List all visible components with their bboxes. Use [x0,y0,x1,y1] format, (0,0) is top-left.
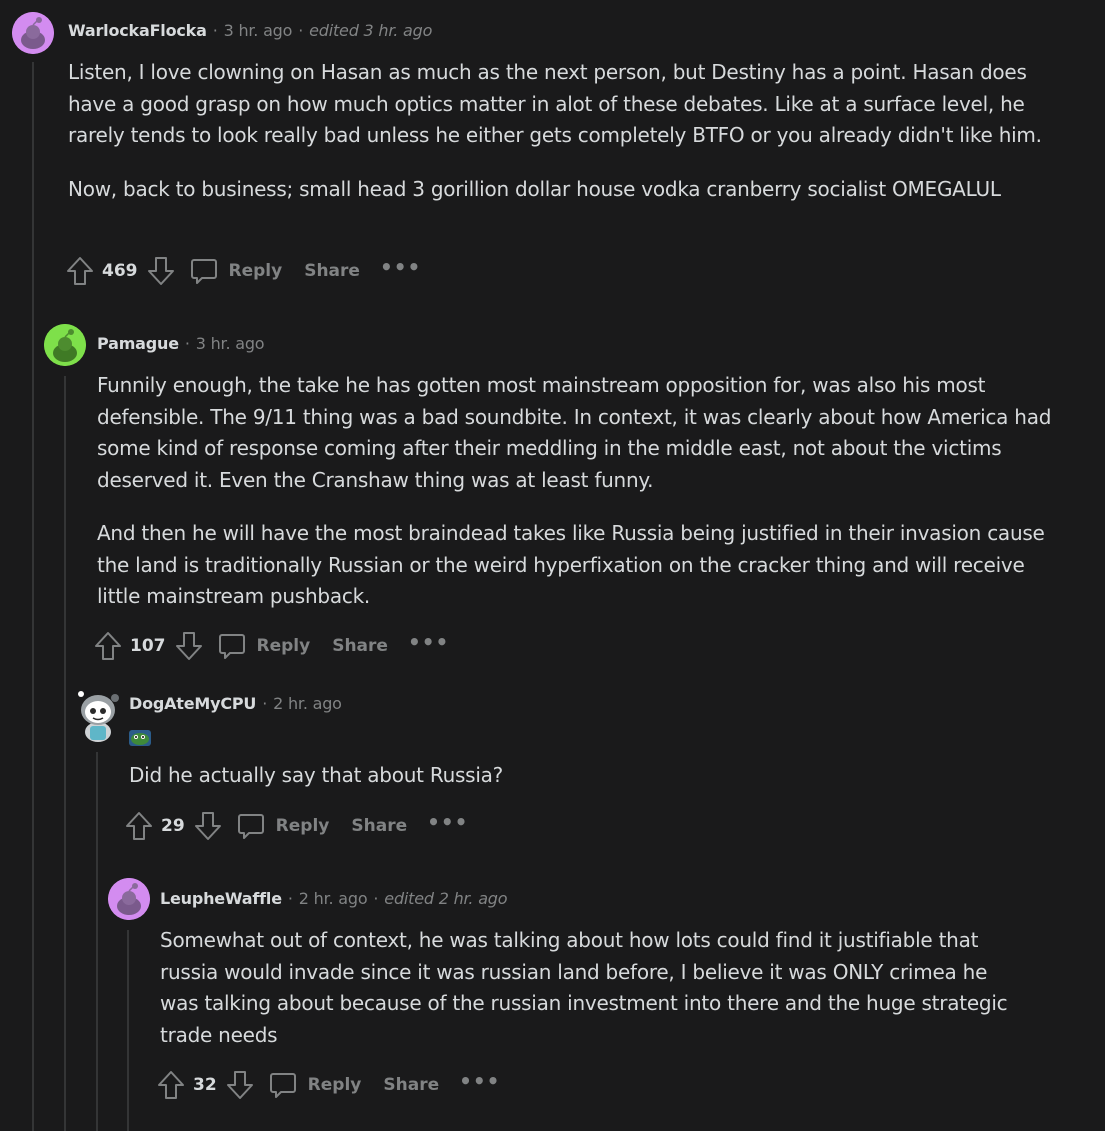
comment-bubble-icon [269,1073,296,1098]
share-button[interactable]: Share [304,261,360,281]
timestamp[interactable]: 2 hr. ago [299,889,368,908]
comment-bubble-icon [218,634,245,659]
more-options-button[interactable]: ••• [408,630,449,654]
comment-body: Somewhat out of context, he was talking … [160,925,1030,1073]
reply-label: Reply [307,1075,362,1095]
reply-button[interactable]: Reply [189,256,283,286]
separator-dot: · [373,889,379,908]
more-options-button[interactable]: ••• [427,810,468,834]
comment-paragraph: Somewhat out of context, he was talking … [160,928,1008,1047]
reply-label: Reply [228,261,283,281]
snoo-avatar-icon [108,878,150,920]
downvote-icon[interactable] [226,1070,254,1100]
reply-button[interactable]: Reply [268,1070,362,1100]
separator-dot: · [262,694,268,713]
user-flair-icon [128,728,152,748]
comment-paragraph: Funnily enough, the take he has gotten m… [97,373,1052,492]
edited-label: edited 3 hr. ago [309,21,433,40]
comment-actions: 29 Reply Share ••• [125,809,468,843]
separator-dot: · [212,21,218,40]
vote-score: 107 [130,636,166,656]
avatar[interactable] [12,12,54,54]
username[interactable]: WarlockaFlocka [68,21,207,40]
comment-body: Funnily enough, the take he has gotten m… [97,370,1057,635]
comment-body: Listen, I love clowning on Hasan as much… [68,57,1053,227]
comment-meta: WarlockaFlocka · 3 hr. ago · edited 3 hr. ag… [68,21,432,40]
upvote-icon[interactable] [125,811,153,841]
reply-button[interactable]: Reply [236,811,330,841]
comment-meta: Pamague · 3 hr. ago [97,334,265,353]
downvote-icon[interactable] [194,811,222,841]
username[interactable]: Pamague [97,334,179,353]
comment-body: Did he actually say that about Russia? [129,760,1059,814]
comment-paragraph: Listen, I love clowning on Hasan as much… [68,60,1042,147]
reply-button[interactable]: Reply [217,631,311,661]
avatar[interactable] [75,688,121,742]
downvote-icon[interactable] [147,256,175,286]
thread-line[interactable] [96,752,98,1131]
timestamp[interactable]: 3 hr. ago [196,334,265,353]
share-button[interactable]: Share [332,636,388,656]
vote-score: 29 [161,816,185,836]
snoo-avatar-icon [12,12,54,54]
username[interactable]: LeupheWaffle [160,889,282,908]
comment-paragraph: Did he actually say that about Russia? [129,763,504,787]
reply-label: Reply [275,816,330,836]
thread-line[interactable] [127,930,129,1131]
comment-bubble-icon [237,814,264,839]
comment-bubble-icon [190,259,217,284]
vote-score: 32 [193,1075,217,1095]
upvote-icon[interactable] [66,256,94,286]
snoo-avatar-icon [78,691,119,742]
share-button[interactable]: Share [351,816,407,836]
reply-label: Reply [256,636,311,656]
comment-actions: 469 Reply Share ••• [66,254,421,288]
comment-paragraph: Now, back to business; small head 3 gori… [68,176,1001,201]
upvote-icon[interactable] [157,1070,185,1100]
upvote-icon[interactable] [94,631,122,661]
avatar[interactable] [108,878,150,920]
edited-label: edited 2 hr. ago [384,889,508,908]
comment-actions: 107 Reply Share ••• [94,629,449,663]
username[interactable]: DogAteMyCPU [129,694,256,713]
avatar[interactable] [44,324,86,366]
comment-paragraph: And then he will have the most braindead… [97,521,1045,608]
thread-line[interactable] [64,376,66,1131]
separator-dot: · [287,889,293,908]
timestamp[interactable]: 2 hr. ago [273,694,342,713]
vote-score: 469 [102,261,138,281]
more-options-button[interactable]: ••• [380,255,421,279]
downvote-icon[interactable] [175,631,203,661]
more-options-button[interactable]: ••• [459,1069,500,1093]
share-button[interactable]: Share [383,1075,439,1095]
comment-meta: LeupheWaffle · 2 hr. ago · edited 2 hr. ago [160,889,508,908]
separator-dot: · [298,21,304,40]
comment-actions: 32 Reply Share ••• [157,1068,500,1102]
snoo-avatar-icon [44,324,86,366]
timestamp[interactable]: 3 hr. ago [224,21,293,40]
separator-dot: · [184,334,190,353]
thread-line[interactable] [32,62,34,1131]
comment-meta: DogAteMyCPU · 2 hr. ago [129,694,342,713]
